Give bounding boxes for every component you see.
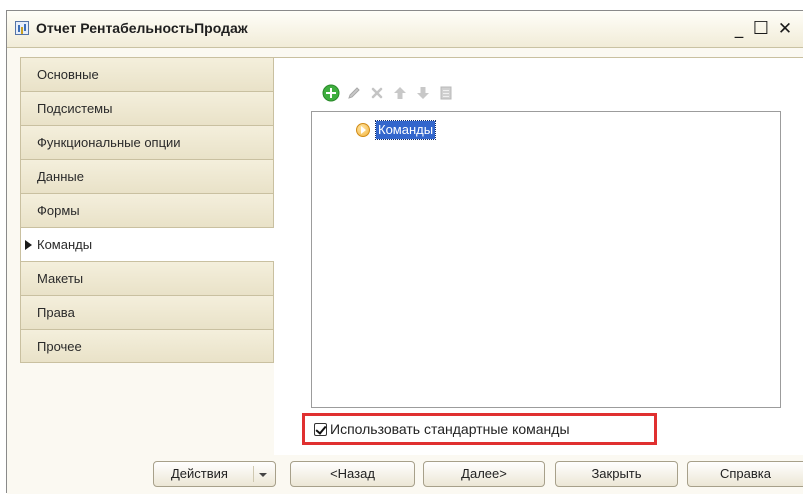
tab-label: Подсистемы [37, 101, 113, 116]
add-icon[interactable] [320, 82, 342, 104]
dialog-button-bar: Действия <Назад Далее> Закрыть Справка [7, 455, 803, 494]
tab-label: Функциональные опции [37, 135, 181, 150]
close-window-button[interactable]: ✕ [775, 18, 795, 40]
use-standard-commands-checkbox[interactable] [314, 422, 327, 436]
tab-label: Формы [37, 203, 80, 218]
use-standard-commands-label[interactable]: Использовать стандартные команды [330, 421, 570, 437]
use-standard-commands-option: Использовать стандартные команды [302, 413, 657, 445]
list-icon[interactable] [435, 82, 457, 104]
tab-functional-options[interactable]: Функциональные опции [20, 125, 274, 159]
tab-forms[interactable]: Формы [20, 193, 274, 227]
maximize-button[interactable]: ☐ [751, 18, 771, 40]
title-bar: Отчет РентабельностьПродаж _ ☐ ✕ [7, 11, 803, 48]
tab-label: Права [37, 305, 75, 320]
active-tab-arrow-icon [25, 239, 32, 250]
tab-commands[interactable]: Команды [20, 227, 274, 261]
tree-node-commands[interactable]: Команды [356, 120, 437, 140]
tab-label: Команды [37, 237, 93, 252]
commands-toolbar [320, 82, 458, 104]
close-button[interactable]: Закрыть [555, 461, 678, 487]
edit-icon[interactable] [343, 82, 365, 104]
properties-tab-list: Основные Подсистемы Функциональные опции… [20, 57, 274, 363]
back-button[interactable]: <Назад [290, 461, 415, 487]
tab-subsystems[interactable]: Подсистемы [20, 91, 274, 125]
tab-label: Данные [37, 169, 84, 184]
dropdown-separator [253, 466, 254, 482]
help-button[interactable]: Справка [687, 461, 803, 487]
chevron-down-icon [259, 473, 267, 477]
commands-folder-icon [356, 123, 370, 137]
tab-label: Прочее [37, 339, 82, 354]
minimize-button[interactable]: _ [729, 18, 749, 40]
report-icon [15, 21, 29, 35]
tree-node-label: Команды [374, 120, 437, 140]
tab-main[interactable]: Основные [20, 57, 274, 91]
delete-icon[interactable] [366, 82, 388, 104]
tab-templates[interactable]: Макеты [20, 261, 274, 295]
commands-panel: Команды Использовать стандартные команды [274, 57, 803, 455]
actions-button[interactable]: Действия [153, 461, 276, 487]
move-up-icon[interactable] [389, 82, 411, 104]
tab-rights[interactable]: Права [20, 295, 274, 329]
next-button[interactable]: Далее> [423, 461, 545, 487]
window-title: Отчет РентабельностьПродаж [36, 20, 248, 36]
tab-other[interactable]: Прочее [20, 329, 274, 363]
tab-label: Макеты [37, 271, 84, 286]
commands-tree[interactable]: Команды [311, 111, 781, 408]
tab-label: Основные [37, 67, 99, 82]
tab-data[interactable]: Данные [20, 159, 274, 193]
report-properties-window: Отчет РентабельностьПродаж _ ☐ ✕ Основны… [6, 10, 803, 494]
move-down-icon[interactable] [412, 82, 434, 104]
actions-button-label: Действия [171, 466, 228, 481]
